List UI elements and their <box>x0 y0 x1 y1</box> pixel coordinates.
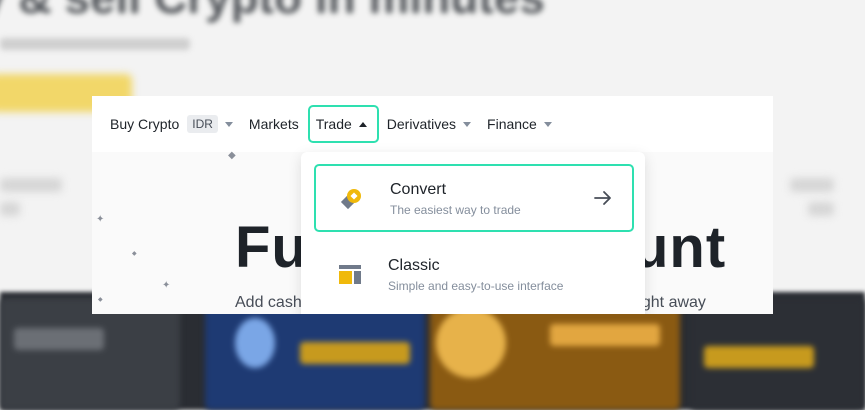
background-subtitle <box>0 38 190 50</box>
background-side-block-right <box>790 178 834 192</box>
menu-item-description: Simple and easy-to-use interface <box>388 278 564 293</box>
menu-item-title: Classic <box>388 256 440 274</box>
background-banner-card <box>430 298 680 410</box>
menu-item-classic[interactable]: Classic Simple and easy-to-use interface <box>314 240 634 308</box>
background-banner-card <box>0 298 180 410</box>
menu-item-convert[interactable]: Convert The easiest way to trade <box>314 164 634 232</box>
currency-badge: IDR <box>187 115 218 133</box>
hero-title-end: unt <box>633 215 727 280</box>
top-navigation: Buy Crypto IDR Markets Trade Derivatives… <box>92 96 773 152</box>
nav-finance-label: Finance <box>487 116 537 132</box>
sparkle-icon: ◆ <box>228 150 236 161</box>
trade-dropdown-menu: Convert The easiest way to trade Classic… <box>301 152 645 314</box>
background-side-block-left <box>0 178 62 192</box>
nav-markets[interactable]: Markets <box>241 105 307 143</box>
nav-finance[interactable]: Finance <box>479 105 560 143</box>
focus-panel: Buy Crypto IDR Markets Trade Derivatives… <box>92 96 773 314</box>
hero-title: Fu <box>235 214 308 281</box>
chevron-down-icon <box>463 121 472 127</box>
convert-icon <box>340 186 364 210</box>
background-side-block-left-2 <box>0 202 20 216</box>
sparkle-icon: ◆ <box>98 297 103 303</box>
arrow-right-icon <box>592 188 614 208</box>
hero-subtitle-start: Add cash <box>235 294 302 311</box>
menu-item-description: The easiest way to trade <box>390 202 521 217</box>
menu-item-classic-text: Classic Simple and easy-to-use interface <box>388 256 563 293</box>
sparkle-icon: ✦ <box>96 214 105 225</box>
hero-title-start: Fu <box>235 215 308 280</box>
background-side-block-right-2 <box>808 202 834 216</box>
background-banner-card <box>205 298 425 410</box>
chevron-up-icon <box>358 121 367 127</box>
chevron-down-icon <box>543 121 552 127</box>
nav-markets-label: Markets <box>248 116 299 132</box>
sparkle-icon: ◆ <box>132 251 137 257</box>
menu-item-title: Convert <box>390 180 447 198</box>
background-banner-card <box>690 298 865 410</box>
classic-icon <box>338 262 362 286</box>
nav-buy-crypto-label: Buy Crypto <box>110 116 180 132</box>
background-headline: y & sell Crypto in minutes <box>0 0 545 24</box>
nav-derivatives[interactable]: Derivatives <box>379 105 479 143</box>
nav-derivatives-label: Derivatives <box>386 116 457 132</box>
nav-trade[interactable]: Trade <box>307 105 379 143</box>
menu-item-convert-text: Convert The easiest way to trade <box>390 180 521 217</box>
sparkle-icon: ✦ <box>162 280 171 291</box>
chevron-down-icon <box>224 121 233 127</box>
nav-trade-label: Trade <box>315 116 352 132</box>
nav-buy-crypto[interactable]: Buy Crypto IDR <box>102 105 241 143</box>
